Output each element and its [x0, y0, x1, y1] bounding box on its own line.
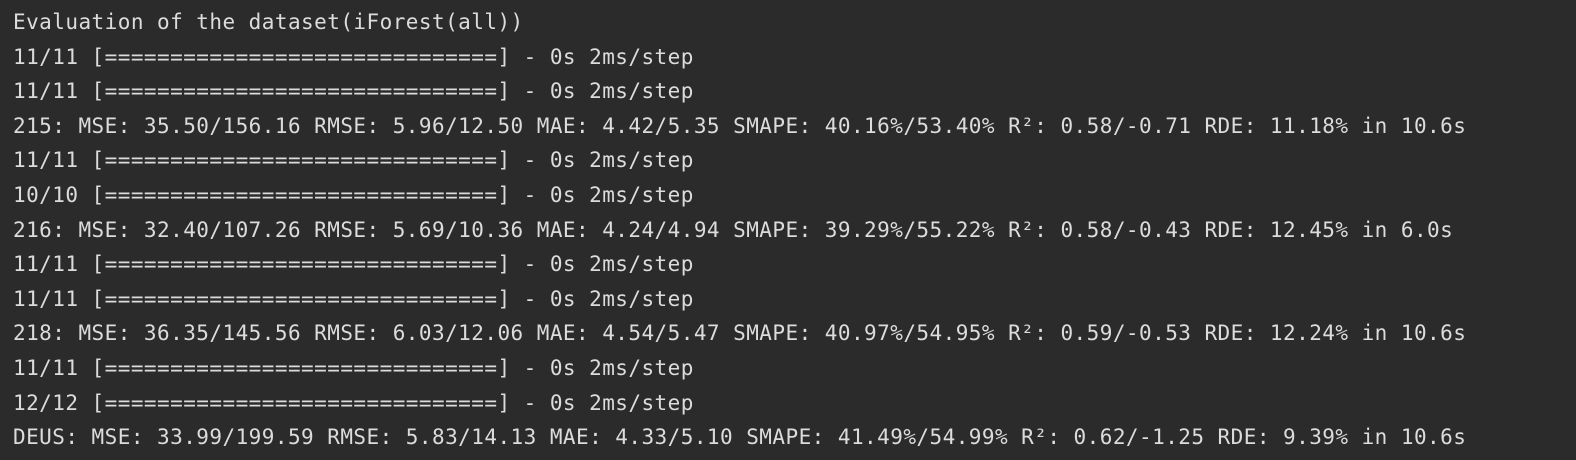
metrics-line: 216: MSE: 32.40/107.26 RMSE: 5.69/10.36 … [13, 217, 1454, 242]
progress-line: 11/11 [==============================] -… [13, 79, 694, 104]
progress-line: 11/11 [==============================] -… [13, 286, 694, 311]
progress-line: 11/11 [==============================] -… [13, 355, 694, 380]
progress-line: 10/10 [==============================] -… [13, 182, 694, 207]
metrics-line: 218: MSE: 36.35/145.56 RMSE: 6.03/12.06 … [13, 321, 1467, 346]
metrics-line: 215: MSE: 35.50/156.16 RMSE: 5.96/12.50 … [13, 113, 1467, 138]
progress-line: 12/12 [==============================] -… [13, 390, 694, 415]
progress-line: 11/11 [==============================] -… [13, 148, 694, 173]
progress-line: 11/11 [==============================] -… [13, 44, 694, 69]
output-title-line: Evaluation of the dataset(iForest(all)) [13, 10, 524, 34]
metrics-summary-line: DEUS: MSE: 33.99/199.59 RMSE: 5.83/14.13… [13, 425, 1467, 450]
terminal-output[interactable]: Evaluation of the dataset(iForest(all)) … [0, 0, 1576, 460]
progress-line: 11/11 [==============================] -… [13, 252, 694, 277]
